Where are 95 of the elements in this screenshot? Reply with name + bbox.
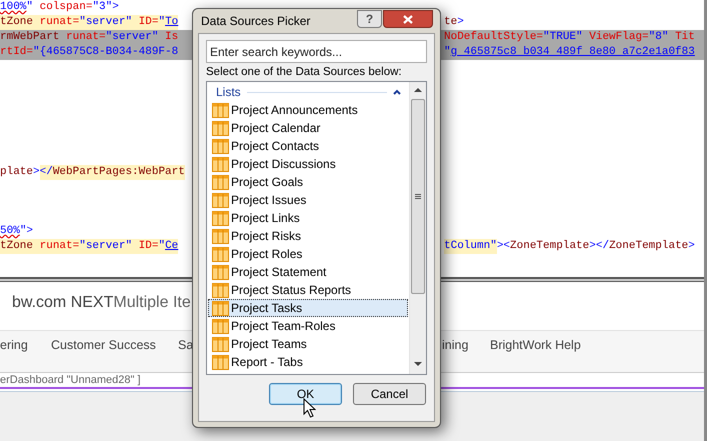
table-icon — [212, 120, 229, 136]
table-icon — [212, 300, 229, 316]
code-token: > — [496, 239, 504, 254]
list-item[interactable]: Project Goals — [208, 173, 408, 191]
code-token: colspan= — [38, 0, 92, 15]
nav-link[interactable]: ining — [442, 336, 468, 355]
code-token: > — [457, 15, 464, 30]
code-token: "server" — [79, 239, 132, 254]
table-icon — [212, 282, 229, 298]
code-token: To — [165, 15, 178, 30]
page-title: Multiple Ite — [113, 293, 191, 313]
list-item[interactable]: Project Team-Roles — [208, 317, 408, 335]
dialog-title: Data Sources Picker — [201, 13, 310, 30]
code-token: ZoneTemplate — [510, 239, 590, 254]
nav-link[interactable]: BrightWork Help — [490, 336, 581, 355]
table-icon — [212, 336, 229, 352]
code-token: "8" — [648, 30, 668, 45]
code-token: rtId= — [0, 45, 34, 60]
code-token: tColumn" — [444, 239, 497, 254]
code-token: NoDefaultStyle= — [444, 30, 544, 45]
table-icon — [212, 138, 229, 154]
code-token: tZone — [0, 239, 34, 254]
list-item[interactable]: Project Roles — [208, 245, 408, 263]
code-token: ID= — [132, 239, 158, 254]
list-item[interactable]: Project Contacts — [208, 137, 408, 155]
dialog-button[interactable]: OK — [269, 383, 342, 405]
code-token: " — [158, 239, 166, 254]
code-token: </ — [40, 165, 53, 180]
code-token: "TRUE" — [543, 30, 583, 45]
code-token: 50% — [0, 224, 20, 239]
help-button[interactable]: ? — [357, 10, 382, 28]
code-token: tZone — [0, 15, 34, 30]
code-token: ViewFlag= — [588, 30, 649, 45]
table-icon — [212, 174, 229, 190]
code-token: Ce — [165, 239, 178, 254]
list-item[interactable]: Report - Tabs — [208, 353, 408, 371]
table-icon — [212, 264, 229, 280]
cursor-icon — [303, 398, 316, 418]
list-item[interactable]: Project Issues — [208, 191, 408, 209]
code-token: "> — [20, 224, 34, 239]
collapse-icon[interactable] — [393, 89, 401, 95]
code-token: Is — [164, 30, 178, 45]
code-token: " — [26, 0, 34, 15]
table-icon — [212, 210, 229, 226]
code-token: " — [444, 45, 451, 60]
list-item[interactable]: Project Status Reports — [208, 281, 408, 299]
code-token: ></ — [589, 239, 610, 254]
code-token: > — [33, 165, 40, 180]
group-header[interactable]: Lists — [216, 83, 241, 101]
table-icon — [212, 102, 229, 118]
code-token: "server" — [106, 30, 158, 45]
close-icon — [403, 14, 413, 24]
code-token: "3"> — [92, 0, 119, 15]
code-token: runat= — [33, 15, 80, 30]
code-token: "{465875C8-B034-489F-8 — [33, 45, 178, 60]
dialog-button[interactable]: Cancel — [353, 383, 426, 405]
code-token: te — [444, 15, 458, 30]
table-icon — [212, 228, 229, 244]
table-icon — [212, 318, 229, 334]
search-field[interactable]: Enter search keywords... — [206, 40, 427, 63]
list-item[interactable]: Project Tasks — [208, 299, 408, 317]
code-token: Tit — [674, 30, 695, 45]
table-icon — [212, 246, 229, 262]
code-token: plate — [0, 165, 34, 180]
scroll-up-icon — [414, 88, 422, 92]
scrollbar[interactable] — [409, 82, 426, 374]
table-icon — [212, 354, 229, 370]
list-item[interactable]: Project Links — [208, 209, 408, 227]
code-token: g 465875c8 b034 489f 8e80 a7c2e1a0f83 — [450, 45, 695, 60]
code-token: ZoneTemplate — [609, 239, 688, 254]
table-icon — [212, 192, 229, 208]
list-item[interactable]: Project Calendar — [208, 119, 408, 137]
code-token: 100% — [0, 0, 26, 15]
code-token: rmWebPart — [0, 30, 60, 45]
list-item[interactable]: Project Announcements — [208, 101, 408, 119]
control-label: erDashboard "Unnamed28" ] — [0, 374, 141, 386]
code-token: runat= — [33, 239, 80, 254]
code-token: < — [503, 239, 510, 254]
list-item[interactable]: Project Teams — [208, 335, 408, 353]
scroll-thumb[interactable] — [411, 99, 425, 294]
nav-link[interactable]: Customer Success — [51, 336, 156, 355]
list-item[interactable]: Project Risks — [208, 227, 408, 245]
code-token: WebPartPages:WebPart — [52, 165, 185, 180]
site-title: bw.com NEXT — [12, 293, 114, 313]
code-token: > — [688, 239, 695, 254]
instruction-text: Select one of the Data Sources below: — [206, 65, 403, 79]
code-token: "server" — [79, 15, 132, 30]
close-button[interactable] — [383, 10, 433, 28]
list-item[interactable]: Project Discussions — [208, 155, 408, 173]
code-token: " — [158, 15, 166, 30]
table-icon — [212, 156, 229, 172]
code-token: ID= — [132, 15, 158, 30]
list-item[interactable]: Project Statement — [208, 263, 408, 281]
nav-link[interactable]: ering — [0, 336, 28, 355]
code-token: runat= — [65, 30, 106, 45]
